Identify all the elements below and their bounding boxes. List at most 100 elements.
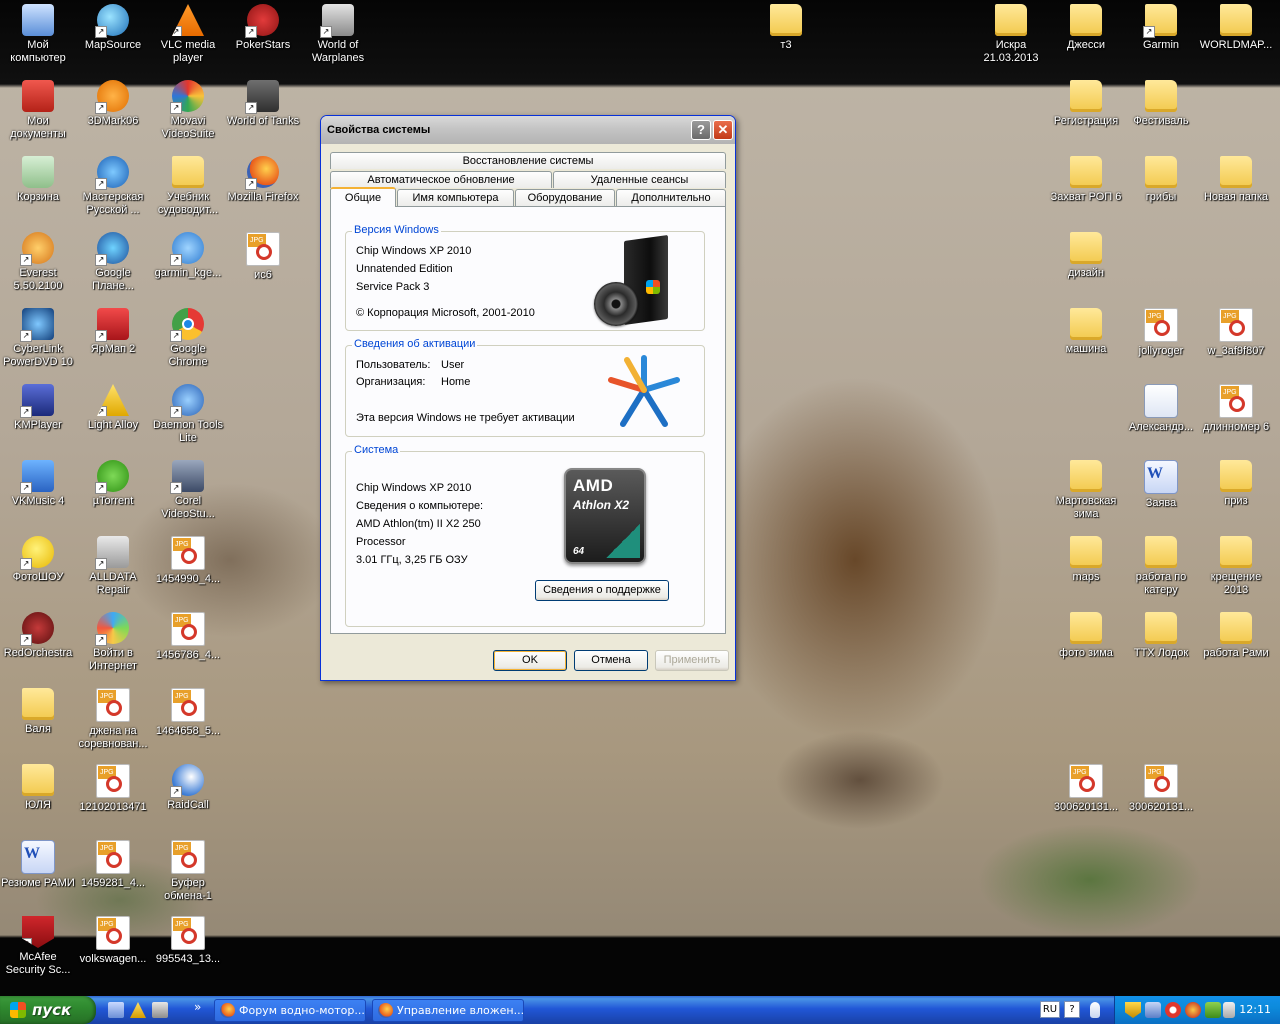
desktop-icon-right-26[interactable]: 300620131... — [1123, 764, 1199, 814]
tab-system-restore[interactable]: Восстановление системы — [330, 152, 726, 169]
ok-button[interactable]: OK — [493, 650, 567, 671]
cancel-button[interactable]: Отмена — [574, 650, 648, 671]
desktop-icon-right-1[interactable]: Искра 21.03.2013 — [973, 4, 1049, 65]
desktop-icon-right-2[interactable]: Джесси — [1048, 4, 1124, 52]
desktop-icon-left-10[interactable]: Мастерская Русской ... — [75, 156, 151, 217]
desktop-icon-left-3[interactable]: PokerStars — [225, 4, 301, 52]
quicklaunch-desktop-icon[interactable] — [108, 1002, 124, 1018]
desktop-icon-right-25[interactable]: 300620131... — [1048, 764, 1124, 814]
desktop-icon-right-7[interactable]: Захват РОП 6 — [1048, 156, 1124, 204]
apply-button[interactable]: Применить — [655, 650, 729, 671]
desktop-icon-left-16[interactable]: ис6 — [225, 232, 301, 282]
desktop-icon-right-3[interactable]: Garmin — [1123, 4, 1199, 52]
desktop-icon-left-31[interactable]: 1456786_4... — [150, 612, 226, 662]
desktop-icon-left-9[interactable]: Корзина — [0, 156, 76, 204]
tab-automatic-updates[interactable]: Автоматическое обновление — [330, 171, 552, 188]
desktop-icon-right-20[interactable]: работа по катеру — [1123, 536, 1199, 597]
desktop-icon-right-17[interactable]: Заява — [1123, 460, 1199, 510]
taskbar-task-attachments[interactable]: Управление вложен... — [372, 999, 524, 1022]
desktop-icon-right-23[interactable]: ТТХ Лодок — [1123, 612, 1199, 660]
start-button[interactable]: пуск — [0, 996, 96, 1024]
desktop-icon-left-15[interactable]: garmin_kge... — [150, 232, 226, 280]
desktop-icon-left-2[interactable]: VLC media player — [150, 4, 226, 65]
desktop-icon-right-8[interactable]: грибы — [1123, 156, 1199, 204]
input-settings-icon[interactable] — [1090, 1002, 1100, 1018]
desktop-icon-right-24[interactable]: работа Рами — [1198, 612, 1274, 660]
desktop-icon-left-20[interactable]: KMPlayer — [0, 384, 76, 432]
tab-general[interactable]: Общие — [330, 187, 396, 207]
desktop-icon-left-41[interactable]: McAfee Security Sc... — [0, 916, 76, 977]
desktop-icon-left-43[interactable]: 995543_13... — [150, 916, 226, 966]
desktop-icon-left-24[interactable]: µTorrent — [75, 460, 151, 508]
desktop-icon-right-22[interactable]: фото зима — [1048, 612, 1124, 660]
desktop-icon-left-5[interactable]: Мои документы — [0, 80, 76, 141]
tab-advanced[interactable]: Дополнительно — [616, 189, 726, 206]
desktop-icon-left-27[interactable]: ALLDATA Repair — [75, 536, 151, 597]
tab-remote-sessions[interactable]: Удаленные сеансы — [553, 171, 726, 188]
desktop-icon-right-5[interactable]: Регистрация — [1048, 80, 1124, 128]
quicklaunch-more-icon[interactable]: » — [194, 1000, 201, 1014]
desktop-icon-left-1[interactable]: MapSource — [75, 4, 151, 52]
desktop-icon-right-10[interactable]: дизайн — [1048, 232, 1124, 280]
language-indicator[interactable]: RU — [1040, 1001, 1060, 1018]
desktop-icon-right-14[interactable]: Александр... — [1123, 384, 1199, 434]
support-info-button[interactable]: Сведения о поддержке — [535, 580, 669, 601]
desktop-icon-right-19[interactable]: maps — [1048, 536, 1124, 584]
desktop-icon-left-34[interactable]: 1464658_5... — [150, 688, 226, 738]
desktop-icon-left-30[interactable]: Войти в Интернет — [75, 612, 151, 673]
desktop-icon-right-0[interactable]: т3 — [748, 4, 824, 52]
tab-hardware[interactable]: Оборудование — [515, 189, 615, 206]
desktop-icon-left-19[interactable]: Google Chrome — [150, 308, 226, 369]
desktop-icon-left-17[interactable]: CyberLink PowerDVD 10 — [0, 308, 76, 369]
desktop-icon-right-12[interactable]: jollyroger — [1123, 308, 1199, 358]
taskbar-task-forum[interactable]: Форум водно-мотор... — [214, 999, 366, 1022]
desktop-icon-left-13[interactable]: Everest 5.50.2100 — [0, 232, 76, 293]
desktop-icon-left-26[interactable]: ФотоШОУ — [0, 536, 76, 584]
desktop-icon-left-7[interactable]: Movavi VideoSuite — [150, 80, 226, 141]
desktop-icon-left-23[interactable]: VKMusic 4 — [0, 460, 76, 508]
language-help-icon[interactable]: ? — [1064, 1001, 1080, 1018]
help-button[interactable]: ? — [691, 120, 711, 140]
desktop-icon-right-4[interactable]: WORLDMAP... — [1198, 4, 1274, 52]
opera-icon[interactable] — [1165, 1002, 1181, 1018]
tab-computer-name[interactable]: Имя компьютера — [397, 189, 514, 206]
desktop-icon-left-11[interactable]: Учебник судоводит... — [150, 156, 226, 217]
desktop-icon-left-14[interactable]: Google Плане... — [75, 232, 151, 293]
desktop-icon-left-6[interactable]: 3DMark06 — [75, 80, 151, 128]
desktop-icon-left-33[interactable]: джена на соревнован... — [75, 688, 151, 751]
desktop-icon-left-25[interactable]: Corel VideoStu... — [150, 460, 226, 521]
nvidia-icon[interactable] — [1205, 1002, 1221, 1018]
desktop-icon-right-11[interactable]: машина — [1048, 308, 1124, 356]
close-button[interactable]: ✕ — [713, 120, 733, 140]
desktop-icon-left-40[interactable]: Буфер обмена-1 — [150, 840, 226, 903]
desktop-icon-left-32[interactable]: Валя — [0, 688, 76, 736]
desktop-icon-left-28[interactable]: 1454990_4... — [150, 536, 226, 586]
desktop-icon-right-13[interactable]: w_3af9f807 — [1198, 308, 1274, 358]
clock[interactable]: 12:11 — [1239, 1003, 1271, 1016]
security-shield-icon[interactable] — [1125, 1002, 1141, 1018]
mcafee-tray-icon[interactable] — [1185, 1002, 1201, 1018]
desktop-icon-left-8[interactable]: World of Tanks — [225, 80, 301, 128]
desktop-icon-left-36[interactable]: 12102013471 — [75, 764, 151, 814]
desktop-icon-right-16[interactable]: Мартовская зима — [1048, 460, 1124, 521]
dialog-titlebar[interactable]: Свойства системы ? ✕ — [321, 116, 735, 144]
quicklaunch-light-alloy-icon[interactable] — [130, 1002, 146, 1018]
desktop-icon-left-21[interactable]: Light Alloy — [75, 384, 151, 432]
desktop-icon-right-6[interactable]: Фестиваль — [1123, 80, 1199, 128]
desktop-icon-left-39[interactable]: 1459281_4... — [75, 840, 151, 890]
desktop-icon-right-15[interactable]: длинномер 6 — [1198, 384, 1274, 434]
volume-icon[interactable] — [1223, 1002, 1235, 1018]
network-icon[interactable] — [1145, 1002, 1161, 1018]
quicklaunch-calculator-icon[interactable] — [152, 1002, 168, 1018]
desktop-icon-left-35[interactable]: ЮЛЯ — [0, 764, 76, 812]
desktop-icon-left-42[interactable]: volkswagen... — [75, 916, 151, 966]
desktop-icon-right-18[interactable]: приз — [1198, 460, 1274, 508]
desktop-icon-left-37[interactable]: RaidCall — [150, 764, 226, 812]
desktop-icon-right-21[interactable]: крещение 2013 — [1198, 536, 1274, 597]
desktop-icon-left-38[interactable]: Резюме РАМИ — [0, 840, 76, 890]
desktop-icon-left-18[interactable]: ЯрМап 2 — [75, 308, 151, 356]
desktop-icon-left-0[interactable]: Мой компьютер — [0, 4, 76, 65]
desktop-icon-left-29[interactable]: RedOrchestra — [0, 612, 76, 660]
desktop-icon-left-22[interactable]: Daemon Tools Lite — [150, 384, 226, 445]
desktop-icon-right-9[interactable]: Новая папка — [1198, 156, 1274, 204]
